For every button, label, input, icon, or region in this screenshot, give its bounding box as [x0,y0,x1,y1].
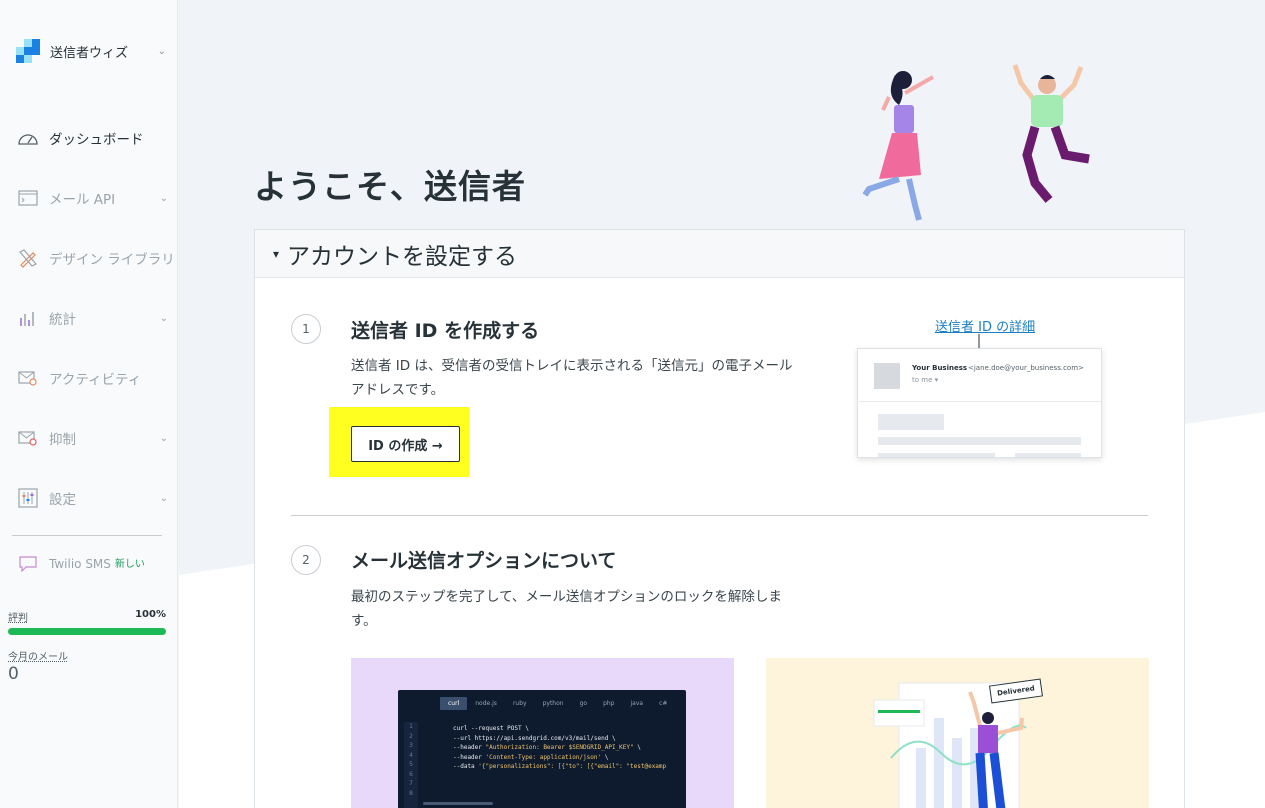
step-divider [291,515,1148,516]
monthly-mail-label[interactable]: 今月のメール [8,648,68,663]
speedometer-icon [17,127,39,149]
tab-python[interactable]: python [535,697,572,710]
line-number: 2 [409,732,413,740]
line-number-gutter: 1 2 3 4 5 6 7 8 [404,722,418,808]
email-preview: Your Business <jane.doe@your_business.co… [857,348,1102,458]
nav-statistics[interactable]: 統計 ⌄ [0,298,178,338]
tab-curl[interactable]: curl [440,697,468,710]
nav-label: デザイン ライブラリ [49,252,175,268]
create-id-button[interactable]: ID の作成 → [351,426,460,462]
chevron-down-icon: ▾ [273,246,280,261]
setup-card-title: アカウントを設定する [287,243,518,270]
sliders-icon [17,487,39,509]
nav-label: アクティビティ [49,372,142,388]
line-number: 3 [409,742,413,749]
chat-bubble-icon [17,553,39,575]
chevron-down-icon: ⌄ [157,45,166,57]
web-api-option-tile[interactable]: curl node.js ruby python go php java c# … [351,658,734,808]
nav-dashboard[interactable]: ダッシュボード [0,118,178,158]
placeholder-block [878,437,1081,445]
nav-label: 抑制 [49,432,76,448]
monthly-mail-counter: 今月のメール 0 [8,648,68,684]
code-scrollbar[interactable] [423,802,493,805]
nav-label: メール API [49,192,116,208]
monthly-mail-value: 0 [8,664,19,684]
nav-label: 設定 [49,492,76,508]
bar-chart-icon [17,307,39,329]
setup-card-header[interactable]: ▾ アカウントを設定する [255,230,1184,278]
main-content: ようこそ、送信者 ▾ アカウントを設定する 1 送信者 ID を作成する 送信者… [179,0,1265,808]
account-switcher[interactable]: 送信者ウィズ ⌄ [16,38,166,64]
tab-php[interactable]: php [595,697,622,710]
line-number: 7 [409,780,413,787]
nav-label: ダッシュボード [49,132,144,148]
chevron-down-icon: ⌄ [159,432,168,444]
chevron-down-icon: ⌄ [159,192,168,204]
code-language-tabs: curl node.js ruby python go php java c# [440,697,675,710]
code-lines: curl --request POST \ --url https://api.… [453,725,667,770]
delivered-illustration [873,682,1027,808]
sidebar-divider [12,535,162,536]
line-number: 4 [409,751,413,759]
line-number: 6 [409,770,413,778]
page-title: ようこそ、送信者 [254,167,526,206]
chevron-down-icon: ⌄ [159,492,168,504]
tab-java[interactable]: java [622,697,651,710]
new-badge: 新しい [114,558,145,570]
tab-nodejs[interactable]: node.js [467,697,505,710]
nav-design-library[interactable]: デザイン ライブラリ [0,238,178,278]
reputation-meter: 評判 100% [8,609,166,635]
mail-block-icon [17,427,39,449]
nav-twilio-sms[interactable]: Twilio SMS 新しい [0,544,178,584]
chevron-down-icon: ⌄ [159,312,168,324]
reputation-bar [8,628,166,635]
placeholder-block [1015,453,1081,457]
account-name: 送信者ウィズ [50,45,129,61]
code-sample: curl node.js ruby python go php java c# … [398,690,686,808]
sender-id-details-link[interactable]: 送信者 ID の詳細 [935,316,1035,335]
sidebar: 送信者ウィズ ⌄ ダッシュボード メール API ⌄ デザイン ライブラリ 統計… [0,0,178,808]
step-number: 1 [291,314,321,344]
terminal-icon [17,187,39,209]
avatar [874,363,900,389]
line-number: 5 [409,761,413,768]
line-number: 1 [409,723,413,730]
step2-description-line2: す。 [351,613,377,629]
nav-settings[interactable]: 設定 ⌄ [0,478,178,518]
step-number: 2 [291,545,321,575]
placeholder-block [878,414,944,430]
preview-email: <jane.doe@your_business.com> [968,364,1084,372]
preview-to: to me ▾ [912,376,939,384]
line-number: 8 [409,789,413,797]
nav-suppressions[interactable]: 抑制 ⌄ [0,418,178,458]
step2-description-line1: 最初のステップを完了して、メール送信オプションのロックを解除しま [351,589,782,605]
mail-search-icon [17,367,39,389]
tab-csharp[interactable]: c# [651,697,675,710]
smtp-option-tile[interactable]: Delivered [766,658,1149,808]
preview-business: Your Business [912,364,968,372]
divider [858,401,1101,402]
sendgrid-logo-icon [16,39,40,63]
pencil-ruler-icon [17,247,39,269]
nav-email-api[interactable]: メール API ⌄ [0,178,178,218]
nav-activity[interactable]: アクティビティ [0,358,178,398]
celebrating-people-illustration [862,64,1090,221]
tab-ruby[interactable]: ruby [505,697,535,710]
reputation-label[interactable]: 評判 [8,609,28,624]
step1-description-line1: 送信者 ID は、受信者の受信トレイに表示される「送信元」の電子メール [351,358,793,374]
step1-description-line2: アドレスです。 [351,382,445,398]
tab-go[interactable]: go [572,697,595,710]
placeholder-block [878,453,995,457]
nav-label: 統計 [49,312,76,328]
nav-label: Twilio SMS [49,557,111,571]
step1-title: 送信者 ID を作成する [351,320,540,342]
step2-title: メール送信オプションについて [351,550,617,572]
reputation-value: 100% [135,609,166,620]
setup-card: ▾ アカウントを設定する 1 送信者 ID を作成する 送信者 ID は、受信者… [254,229,1185,808]
